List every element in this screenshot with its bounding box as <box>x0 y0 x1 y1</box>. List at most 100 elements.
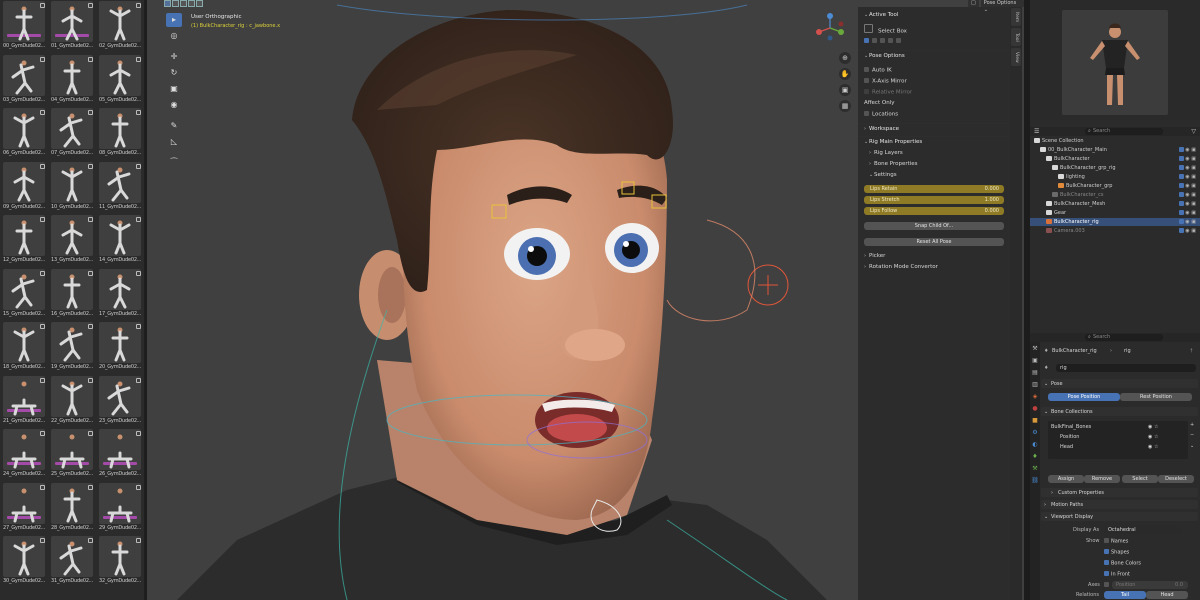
eye-icon[interactable]: ◉ <box>1185 183 1189 189</box>
asset-item[interactable]: 09_GymDude02... <box>1 161 47 214</box>
shapes-checkbox[interactable]: Shapes <box>1104 549 1129 556</box>
asset-item[interactable]: 15_GymDude02... <box>1 268 47 321</box>
select-intersect-icon[interactable] <box>896 38 901 43</box>
asset-select-checkbox[interactable] <box>88 56 93 62</box>
tab-physics[interactable]: ◐ <box>1031 440 1039 449</box>
asset-select-checkbox[interactable] <box>40 270 45 276</box>
eye-icon[interactable]: ◉ <box>1148 434 1152 440</box>
3d-viewport[interactable]: ▸ ◎ ✛ ↻ ▣ ◉ ✎ ◺ ⁀ User Orthographic (1) … <box>147 0 1024 600</box>
navigation-gizmo[interactable] <box>815 12 845 42</box>
bone-collection-item[interactable]: BulkFinal_Bones <box>1051 424 1091 430</box>
lips-retain-slider[interactable]: Lips Retain 0.000 <box>864 185 1004 193</box>
scale-tool[interactable]: ▣ <box>166 82 182 96</box>
outliner-editor-icon[interactable]: ☰ <box>1034 128 1039 135</box>
outliner-row[interactable]: BulkCharacter_rig ◉ ▣ <box>1030 218 1200 226</box>
pose-options-header[interactable]: ⌄Pose Options <box>864 53 905 59</box>
outliner-row[interactable]: Gear ◉ ▣ <box>1030 209 1200 217</box>
outliner-row[interactable]: Scene Collection <box>1030 137 1200 145</box>
asset-select-checkbox[interactable] <box>40 324 45 329</box>
pose-section-header[interactable] <box>1041 379 1198 388</box>
checkbox-icon[interactable] <box>1178 209 1184 215</box>
tab-armature-data[interactable]: ♦ <box>1031 452 1039 461</box>
checkbox-icon[interactable] <box>1178 227 1184 233</box>
outliner-row[interactable]: BulkCharacter ◉ ▣ <box>1030 155 1200 163</box>
asset-select-checkbox[interactable] <box>40 163 45 169</box>
eye-icon[interactable]: ◉ <box>1185 192 1189 198</box>
tab-item[interactable]: Item <box>1011 8 1021 26</box>
asset-item[interactable]: 13_GymDude02... <box>49 214 95 267</box>
visibility-toggles[interactable]: ◉ ▣ <box>1177 182 1196 190</box>
camera-icon[interactable]: ▣ <box>1191 174 1196 180</box>
camera-icon[interactable]: ▣ <box>1191 183 1196 189</box>
in-front-checkbox[interactable]: In Front <box>1104 571 1130 578</box>
select-set-icon[interactable] <box>864 38 869 43</box>
eye-icon[interactable]: ◉ <box>1185 219 1189 225</box>
asset-item[interactable]: 28_GymDude02... <box>49 482 95 535</box>
asset-item[interactable]: 20_GymDude02... <box>97 321 143 374</box>
asset-item[interactable]: 18_GymDude02... <box>1 321 47 374</box>
bone-collection-toggles[interactable]: ◉ ☆ <box>1148 444 1158 450</box>
asset-item[interactable]: 14_GymDude02... <box>97 214 143 267</box>
tab-output[interactable]: ▤ <box>1031 368 1039 377</box>
tab-view[interactable]: View <box>1011 48 1021 66</box>
measure-tool[interactable]: ◺ <box>166 135 182 149</box>
rig-layers-subpanel[interactable]: › Rig Layers <box>869 150 903 156</box>
select-button[interactable]: Select <box>1122 475 1158 483</box>
asset-item[interactable]: 22_GymDude02... <box>49 375 95 428</box>
camera-icon[interactable]: ▣ <box>1191 192 1196 198</box>
asset-item[interactable]: 23_GymDude02... <box>97 375 143 428</box>
asset-item[interactable]: 01_GymDude02... <box>49 0 95 53</box>
camera-icon[interactable]: ▣ <box>1191 156 1196 162</box>
select-subtract-icon[interactable] <box>880 38 885 43</box>
eye-icon[interactable]: ◉ <box>1185 174 1189 180</box>
asset-select-checkbox[interactable] <box>136 377 141 383</box>
asset-item[interactable]: 26_GymDude02... <box>97 428 143 481</box>
outliner-search-input[interactable]: Search <box>1085 128 1163 135</box>
asset-item[interactable]: 12_GymDude02... <box>1 214 47 267</box>
asset-item[interactable]: 02_GymDude02... <box>97 0 143 53</box>
asset-select-checkbox[interactable] <box>88 270 93 276</box>
asset-item[interactable]: 00_GymDude02... <box>1 0 47 53</box>
asset-select-checkbox[interactable] <box>88 324 93 329</box>
select-box-row[interactable]: Select Box <box>864 24 907 35</box>
asset-item[interactable]: 24_GymDude02... <box>1 428 47 481</box>
outliner-row[interactable]: lighting ◉ ▣ <box>1030 173 1200 181</box>
cursor-tool[interactable]: ◎ <box>166 29 182 43</box>
reset-all-pose-button[interactable]: Reset All Pose <box>864 238 1004 246</box>
asset-select-checkbox[interactable] <box>136 324 141 329</box>
select-intersect-button[interactable] <box>188 0 195 7</box>
active-tool-header[interactable]: ⌄Active Tool <box>864 12 898 18</box>
asset-select-checkbox[interactable] <box>88 3 93 8</box>
asset-select-checkbox[interactable] <box>88 163 93 169</box>
perspective-toggle-button[interactable]: ▦ <box>839 100 851 112</box>
checkbox-icon[interactable] <box>1178 146 1184 152</box>
camera-icon[interactable]: ▣ <box>1191 147 1196 153</box>
x-axis-mirror-checkbox[interactable]: X-Axis Mirror <box>864 78 907 85</box>
asset-select-checkbox[interactable] <box>40 3 45 8</box>
tab-view-layer[interactable]: ▥ <box>1031 380 1039 389</box>
asset-select-checkbox[interactable] <box>136 431 141 436</box>
select-mode-button[interactable] <box>164 0 171 7</box>
workspace-header[interactable]: › Workspace <box>864 126 899 132</box>
breakdowner-tool[interactable]: ⁀ <box>166 156 182 170</box>
asset-select-checkbox[interactable] <box>136 3 141 8</box>
pan-button[interactable]: ✋ <box>839 68 851 80</box>
outliner-row[interactable]: 00_BulkCharacter_Main ◉ ▣ <box>1030 146 1200 154</box>
asset-item[interactable]: 03_GymDude02... <box>1 54 47 107</box>
camera-icon[interactable]: ▣ <box>1191 228 1196 234</box>
bone-collection-toggles[interactable]: ◉ ☆ <box>1148 434 1158 440</box>
asset-item[interactable]: 08_GymDude02... <box>97 107 143 160</box>
checkbox-icon[interactable] <box>1178 182 1184 188</box>
snap-child-of-button[interactable]: Snap Child Of... <box>864 222 1004 230</box>
add-icon[interactable]: + <box>1190 422 1194 428</box>
asset-item[interactable]: 16_GymDude02... <box>49 268 95 321</box>
zoom-button[interactable]: ⊕ <box>839 52 851 64</box>
outliner-row[interactable]: Camera.003 ◉ ▣ <box>1030 227 1200 235</box>
visibility-toggles[interactable]: ◉ ▣ <box>1177 155 1196 163</box>
assign-button[interactable]: Assign <box>1048 475 1084 483</box>
visibility-toggles[interactable]: ◉ ▣ <box>1177 227 1196 235</box>
asset-select-checkbox[interactable] <box>136 538 141 543</box>
visibility-toggles[interactable]: ◉ ▣ <box>1177 200 1196 208</box>
outliner-row[interactable]: BulkCharacter_grp_rig ◉ ▣ <box>1030 164 1200 172</box>
asset-select-checkbox[interactable] <box>136 56 141 62</box>
